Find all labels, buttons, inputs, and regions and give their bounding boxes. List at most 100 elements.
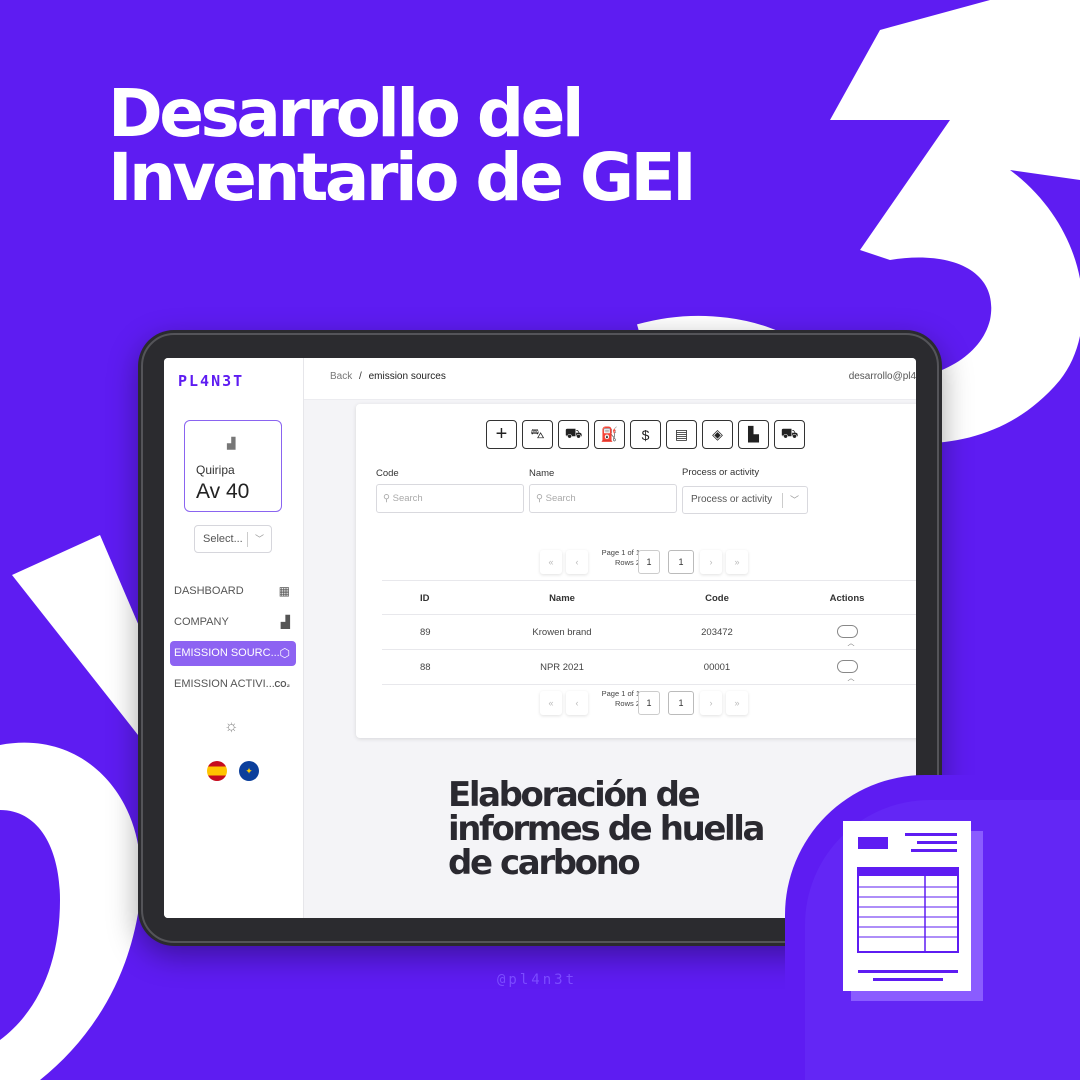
- emission-source-icon: ⬡: [279, 646, 290, 660]
- headline: Desarrollo del Inventario de GEI: [108, 75, 697, 216]
- current-page-button[interactable]: 1: [668, 691, 694, 715]
- table-row[interactable]: 89 Krowen brand 203472 ︿: [382, 615, 916, 650]
- eu-flag-icon[interactable]: ✦: [239, 761, 259, 781]
- name-search-placeholder: Search: [545, 493, 576, 504]
- last-page-button[interactable]: »: [726, 691, 748, 715]
- prev-page-button[interactable]: ‹: [566, 550, 588, 574]
- first-page-button[interactable]: «: [540, 550, 562, 574]
- sidebar: PL4N3T ▟ Quiripa Av 40 Select... ﹀ DASHB…: [164, 358, 304, 918]
- chevron-up-icon: ︿: [847, 675, 855, 682]
- spain-flag-icon[interactable]: [207, 761, 227, 781]
- bg-zero-shape: [0, 742, 140, 1080]
- page-number-input[interactable]: 1: [638, 550, 660, 574]
- first-page-button[interactable]: «: [540, 691, 562, 715]
- dashboard-icon: ▦: [278, 584, 290, 598]
- bg-stripe-shape: [12, 535, 145, 735]
- table-header-row: ID Name Code Actions: [382, 580, 916, 615]
- code-filter-label: Code: [376, 468, 399, 479]
- sidebar-item-company[interactable]: COMPANY ▟: [170, 610, 296, 635]
- cell-name: NPR 2021: [540, 662, 584, 673]
- search-icon: ⚲: [536, 493, 543, 504]
- breadcrumb-back-link[interactable]: Back: [330, 371, 352, 382]
- factory-icon: ▙: [748, 426, 759, 442]
- user-email[interactable]: desarrollo@pl4n3t: [849, 371, 916, 382]
- process-filter-label: Process or activity: [682, 467, 760, 478]
- car-settings-button[interactable]: ⛍: [522, 420, 553, 449]
- table-row[interactable]: 88 NPR 2021 00001 ︿: [382, 650, 916, 685]
- toolbar: + ⛍ ⛟ ⛽ $ ▤ ◈ ▙ ⛟: [486, 420, 805, 449]
- forklift-button[interactable]: ⛟: [774, 420, 805, 449]
- top-bar: Back / emission sources desarrollo@pl4n3…: [304, 358, 916, 400]
- car-gear-button[interactable]: ⛟: [558, 420, 589, 449]
- sidebar-item-dashboard[interactable]: DASHBOARD ▦: [170, 579, 296, 604]
- doc-title-block: [858, 837, 888, 849]
- add-button[interactable]: +: [486, 420, 517, 449]
- page-info-text: Page 1 of 1: [601, 548, 640, 557]
- subheadline-line-3: de carbono: [448, 843, 641, 883]
- rows-info-text: Rows 2: [614, 699, 640, 708]
- search-icon: ⚲: [383, 493, 390, 504]
- sidebar-item-label: EMISSION ACTIVI...: [174, 678, 275, 690]
- doc-footer-line: [858, 970, 958, 973]
- organization-select[interactable]: Select... ﹀: [194, 525, 272, 553]
- headline-line-2: Inventario de GEI: [108, 139, 697, 216]
- code-search-input[interactable]: ⚲ Search: [376, 484, 524, 513]
- process-select[interactable]: Process or activity ﹀: [682, 486, 808, 514]
- doc-table-header: [858, 868, 958, 876]
- subheadline: Elaboración de informes de huella de car…: [448, 775, 766, 883]
- cell-code: 00001: [703, 662, 731, 673]
- page-number-input[interactable]: 1: [638, 691, 660, 715]
- pagination-info: Page 1 of 1 Rows 2: [596, 689, 640, 709]
- organization-card[interactable]: ▟ Quiripa Av 40: [184, 420, 282, 512]
- header-actions: Actions: [829, 593, 865, 604]
- header-id[interactable]: ID: [420, 593, 430, 604]
- cell-id: 88: [420, 662, 431, 673]
- code-search-placeholder: Search: [392, 493, 423, 504]
- organization-select-value: Select...: [203, 533, 243, 545]
- organization-address: Av 40: [196, 480, 250, 503]
- sun-icon[interactable]: ☼: [224, 718, 239, 736]
- organization-name: Quiripa: [196, 463, 235, 477]
- current-page-button[interactable]: 1: [668, 550, 694, 574]
- cell-name: Krowen brand: [532, 627, 592, 638]
- factory-button[interactable]: ▙: [738, 420, 769, 449]
- headline-line-1: Desarrollo del: [108, 75, 585, 152]
- next-page-button[interactable]: ›: [700, 691, 722, 715]
- social-handle: @pl4n3t: [497, 972, 578, 988]
- subheadline-line-1: Elaboración de: [448, 775, 701, 815]
- rows-info-text: Rows 2: [614, 558, 640, 567]
- building-icon: ▟: [227, 438, 236, 450]
- row-actions-button[interactable]: ︿: [837, 660, 858, 682]
- chevron-down-icon: ﹀: [255, 534, 265, 544]
- chevron-down-icon: ﹀: [790, 495, 800, 505]
- breadcrumb: Back / emission sources: [330, 371, 446, 382]
- fuel-pump-icon: ⛽: [600, 426, 619, 442]
- select-separator: [782, 493, 783, 508]
- money-cycle-button[interactable]: $: [630, 420, 661, 449]
- header-code[interactable]: Code: [682, 593, 752, 604]
- pagination-info: Page 1 of 1 Rows 2: [596, 548, 640, 568]
- breadcrumb-separator: /: [359, 371, 362, 382]
- last-page-button[interactable]: »: [726, 550, 748, 574]
- add-icon: +: [495, 423, 508, 445]
- cell-id: 89: [420, 627, 431, 638]
- header-name[interactable]: Name: [532, 593, 592, 604]
- page-info-text: Page 1 of 1: [601, 689, 640, 698]
- name-filter-label: Name: [529, 468, 555, 479]
- sidebar-item-label: DASHBOARD: [174, 585, 244, 597]
- row-actions-button[interactable]: ︿: [837, 625, 858, 647]
- doc-line: [911, 849, 957, 852]
- forklift-icon: ⛟: [780, 425, 799, 441]
- fuel-pump-button[interactable]: ⛽: [594, 420, 625, 449]
- report-document-icon: [785, 775, 1080, 1080]
- app-logo[interactable]: PL4N3T: [178, 372, 244, 390]
- sidebar-item-emission-activities[interactable]: EMISSION ACTIVI... CO₂: [170, 672, 296, 697]
- meter-button[interactable]: ▤: [666, 420, 697, 449]
- next-page-button[interactable]: ›: [700, 550, 722, 574]
- prev-page-button[interactable]: ‹: [566, 691, 588, 715]
- oil-can-button[interactable]: ◈: [702, 420, 733, 449]
- cell-code: 203472: [701, 627, 733, 638]
- name-search-input[interactable]: ⚲ Search: [529, 484, 677, 513]
- sidebar-item-emission-sources[interactable]: EMISSION SOURC... ⬡: [170, 641, 296, 666]
- process-select-value: Process or activity: [691, 494, 773, 505]
